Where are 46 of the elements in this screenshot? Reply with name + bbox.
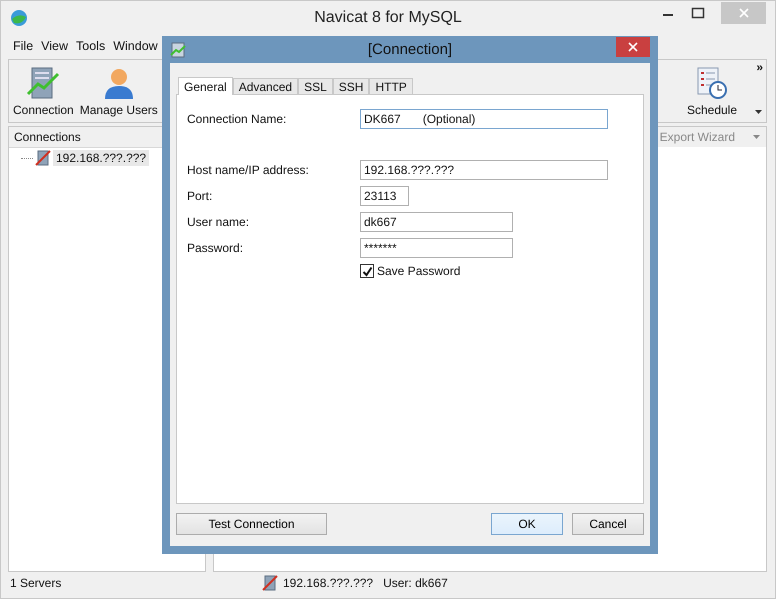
field-label: Host name/IP address:	[187, 163, 310, 177]
tab[interactable]: SSL	[298, 78, 333, 94]
input-field[interactable]: DK667 (Optional)	[360, 109, 608, 129]
menu-item[interactable]: File	[13, 39, 34, 53]
dialog-button[interactable]: OK	[491, 513, 563, 535]
input-field[interactable]: *******	[360, 238, 513, 258]
app-icon	[10, 9, 28, 27]
menu-item[interactable]: Tools	[76, 39, 106, 53]
server-icon	[262, 575, 278, 591]
dropdown-caret-icon[interactable]	[755, 110, 762, 114]
status-text: 1 Servers	[9, 576, 62, 590]
tree-item[interactable]: 192.168.???.???	[53, 150, 150, 166]
tab[interactable]: Advanced	[232, 78, 298, 94]
tab[interactable]: HTTP	[369, 78, 413, 94]
window-title: Navicat 8 for MySQL	[314, 9, 462, 27]
field-label: Port:	[187, 189, 214, 203]
server-icon	[35, 150, 51, 166]
menu-item[interactable]: Window	[113, 39, 158, 53]
overflow-icon[interactable]: »	[756, 60, 763, 74]
close-icon	[738, 8, 748, 18]
input-field[interactable]: dk667	[360, 212, 513, 232]
field-label: Connection Name:	[187, 112, 288, 126]
schedule-icon	[694, 66, 729, 100]
tab[interactable]: SSH	[332, 78, 370, 94]
menu-item[interactable]: View	[41, 39, 68, 53]
tab[interactable]: General	[178, 77, 233, 95]
status-text: 192.168.???.???	[283, 576, 374, 590]
server-icon	[26, 66, 60, 100]
checkbox[interactable]	[360, 264, 374, 278]
close-icon	[628, 42, 638, 52]
input-field[interactable]: 192.168.???.???	[360, 160, 608, 180]
input-field[interactable]: 23113	[360, 186, 409, 206]
field-label: Password:	[187, 241, 244, 255]
field-label: User name:	[187, 215, 250, 229]
toolbar-button[interactable]: Schedule	[686, 66, 738, 117]
close-button[interactable]	[616, 36, 650, 56]
toolbar-button[interactable]: Manage Users	[80, 66, 158, 117]
connection-icon	[170, 42, 186, 58]
status-text: User: dk667	[383, 576, 448, 590]
maximize-icon[interactable]	[691, 6, 705, 20]
panel-title: Connections	[14, 130, 81, 144]
dialog-button[interactable]: Cancel	[572, 513, 644, 535]
dialog-button[interactable]: Test Connection	[176, 513, 327, 535]
toolbar-button[interactable]: Connection	[13, 66, 74, 117]
dialog-title: [Connection]	[368, 41, 452, 58]
checkbox-label: Save Password	[377, 264, 460, 278]
